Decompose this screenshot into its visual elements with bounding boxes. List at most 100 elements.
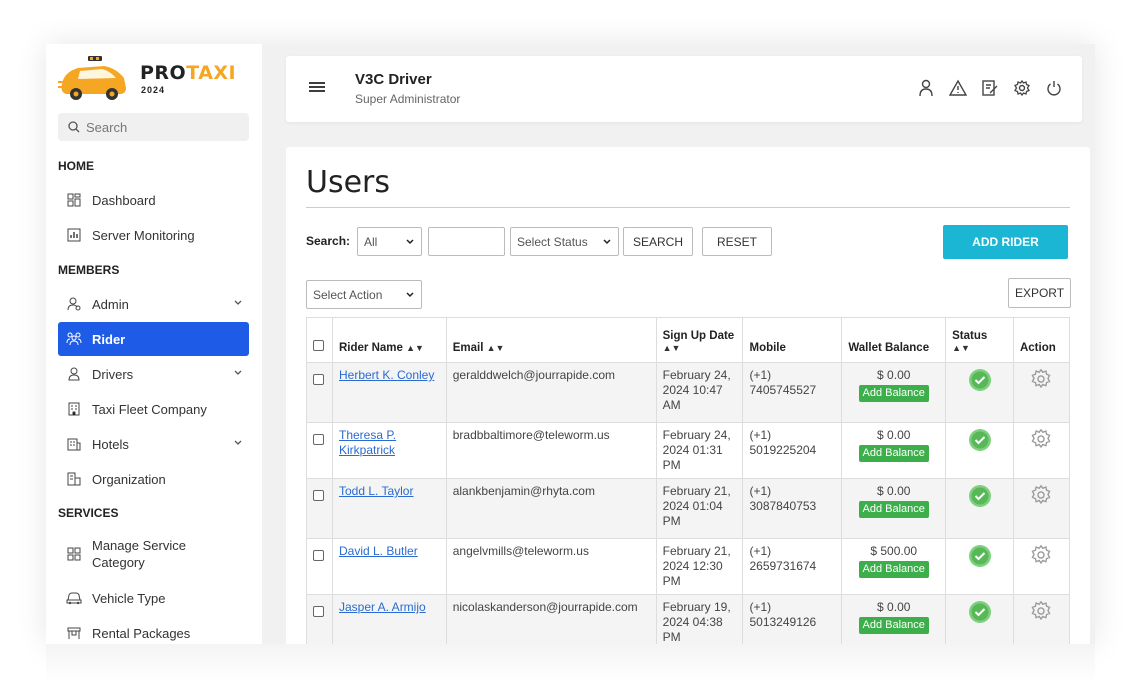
sort-icon: ▲▼ [406, 343, 424, 353]
sidebar-item-label: Taxi Fleet Company [92, 402, 207, 417]
row-checkbox[interactable] [313, 434, 324, 445]
add-balance-button[interactable]: Add Balance [859, 445, 929, 462]
email-cell: alankbenjamin@rhyta.com [446, 479, 656, 539]
row-checkbox[interactable] [313, 550, 324, 561]
email-cell: bradbbaltimore@teleworm.us [446, 423, 656, 479]
wallet-balance-cell: $ 0.00 Add Balance [842, 595, 946, 645]
row-checkbox[interactable] [313, 490, 324, 501]
hotel-icon [66, 436, 82, 452]
settings-icon[interactable] [1012, 78, 1032, 98]
status-cell [946, 423, 1014, 479]
sidebar-item-label: Dashboard [92, 193, 156, 208]
edit-document-icon[interactable] [980, 78, 1000, 98]
app-window: PROTAXI 2024 Search HOME Dashboard Serve… [46, 44, 1095, 644]
sign-up-date-cell: February 24, 2024 10:47 AM [656, 363, 743, 423]
sort-icon: ▲▼ [487, 343, 505, 353]
section-services: SERVICES [58, 506, 118, 520]
add-balance-button[interactable]: Add Balance [859, 501, 929, 518]
search-label: Search: [306, 234, 350, 248]
chevron-down-icon [602, 237, 612, 247]
rider-name-link[interactable]: Jasper A. Armijo [339, 600, 426, 614]
sidebar-item-hotels[interactable]: Hotels [58, 427, 249, 461]
chart-icon [66, 227, 82, 243]
sidebar-item-dashboard[interactable]: Dashboard [58, 183, 249, 217]
sidebar-item-rental-packages[interactable]: Rental Packages [58, 616, 249, 644]
add-balance-button[interactable]: Add Balance [859, 561, 929, 578]
header-subtitle: Super Administrator [355, 92, 460, 106]
status-select[interactable]: Select Status [510, 227, 619, 256]
column-label: Sign Up Date [663, 330, 735, 342]
rider-name-link[interactable]: Theresa P. Kirkpatrick [339, 428, 396, 457]
sidebar-search[interactable]: Search [58, 113, 249, 141]
action-cell [1013, 539, 1069, 595]
add-rider-button[interactable]: ADD RIDER [943, 225, 1068, 259]
gear-icon[interactable] [1030, 428, 1052, 450]
wallet-balance-cell: $ 0.00 Add Balance [842, 479, 946, 539]
status-active-icon[interactable] [968, 544, 992, 568]
sidebar-item-drivers[interactable]: Drivers [58, 357, 249, 391]
search-filter-select[interactable]: All [357, 227, 422, 256]
status-cell [946, 595, 1014, 645]
menu-icon[interactable] [308, 80, 326, 94]
select-action-dropdown[interactable]: Select Action [306, 280, 422, 309]
sidebar-item-admin[interactable]: Admin [58, 287, 249, 321]
wallet-balance-cell: $ 0.00 Add Balance [842, 363, 946, 423]
status-active-icon[interactable] [968, 368, 992, 392]
status-cell [946, 539, 1014, 595]
select-action-value: Select Action [313, 288, 382, 302]
column-header-email[interactable]: Email ▲▼ [446, 318, 656, 363]
export-button[interactable]: EXPORT [1008, 278, 1071, 308]
gear-icon[interactable] [1030, 484, 1052, 506]
rider-name-cell: David L. Butler [332, 539, 446, 595]
status-active-icon[interactable] [968, 600, 992, 624]
status-cell [946, 479, 1014, 539]
reset-button[interactable]: RESET [702, 227, 772, 256]
add-balance-button[interactable]: Add Balance [859, 385, 929, 402]
sign-up-date-cell: February 24, 2024 01:31 PM [656, 423, 743, 479]
add-balance-button[interactable]: Add Balance [859, 617, 929, 634]
wallet-amount: $ 500.00 [848, 544, 939, 559]
brand-name: PROTAXI [140, 62, 236, 84]
status-active-icon[interactable] [968, 428, 992, 452]
select-all-checkbox[interactable] [313, 340, 324, 351]
gear-icon[interactable] [1030, 600, 1052, 622]
search-button[interactable]: SEARCH [623, 227, 693, 256]
sidebar-item-server-monitoring[interactable]: Server Monitoring [58, 218, 249, 252]
power-icon[interactable] [1044, 78, 1064, 98]
dashboard-icon [66, 192, 82, 208]
mobile-cell: (+1) 2659731674 [743, 539, 842, 595]
sidebar-item-vehicle-type[interactable]: Vehicle Type [58, 581, 249, 615]
gear-icon[interactable] [1030, 368, 1052, 390]
sidebar-search-placeholder: Search [86, 120, 127, 135]
chevron-down-icon [233, 298, 243, 308]
row-checkbox[interactable] [313, 374, 324, 385]
column-header-sign-up-date[interactable]: Sign Up Date▲▼ [656, 318, 743, 363]
column-header-mobile: Mobile [743, 318, 842, 363]
rider-name-link[interactable]: Todd L. Taylor [339, 484, 414, 498]
rider-name-link[interactable]: Herbert K. Conley [339, 368, 434, 382]
wallet-balance-cell: $ 500.00 Add Balance [842, 539, 946, 595]
sidebar-item-label: Hotels [92, 437, 129, 452]
search-keyword-input[interactable] [428, 227, 505, 256]
building-icon [66, 401, 82, 417]
sign-up-date-cell: February 21, 2024 12:30 PM [656, 539, 743, 595]
status-cell [946, 363, 1014, 423]
warning-icon[interactable] [948, 78, 968, 98]
row-select-cell [307, 423, 333, 479]
sidebar-item-manage-service-category[interactable]: Manage Service Category [58, 534, 249, 574]
row-checkbox[interactable] [313, 606, 324, 617]
user-icon[interactable] [916, 78, 936, 98]
sidebar-item-organization[interactable]: Organization [58, 462, 249, 496]
brand-year: 2024 [141, 85, 165, 95]
table-header-row: Rider Name ▲▼ Email ▲▼ Sign Up Date▲▼ Mo… [307, 318, 1070, 363]
column-header-status[interactable]: Status ▲▼ [946, 318, 1014, 363]
sidebar: PROTAXI 2024 Search HOME Dashboard Serve… [46, 44, 262, 644]
rider-name-link[interactable]: David L. Butler [339, 544, 418, 558]
gear-icon[interactable] [1030, 544, 1052, 566]
table-row: Theresa P. Kirkpatrick bradbbaltimore@te… [307, 423, 1070, 479]
sidebar-item-taxi-fleet-company[interactable]: Taxi Fleet Company [58, 392, 249, 426]
sidebar-item-rider[interactable]: Rider [58, 322, 249, 356]
wallet-balance-cell: $ 0.00 Add Balance [842, 423, 946, 479]
status-active-icon[interactable] [968, 484, 992, 508]
column-header-rider-name[interactable]: Rider Name ▲▼ [332, 318, 446, 363]
